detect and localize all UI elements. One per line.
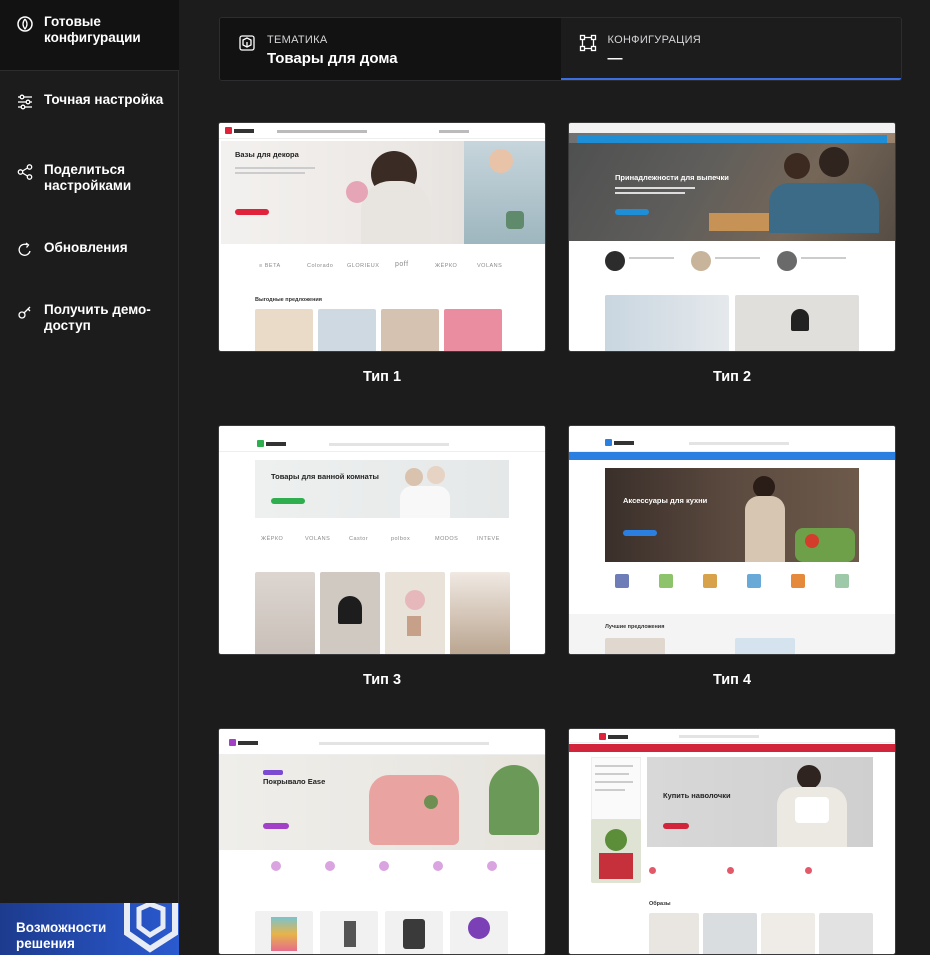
sidebar-item-label: Поделиться настройками — [44, 162, 132, 193]
sidebar-item-label: Готовые конфигурации — [44, 14, 141, 45]
thumb-section-title: Выгодные предложения — [255, 297, 323, 303]
sidebar-item-share-settings[interactable]: Поделиться настройками — [16, 162, 169, 194]
thumb-brand: poff — [395, 261, 409, 268]
thumb-brand: ЖЁРКО — [261, 536, 284, 542]
thumb-hero-title: Вазы для декора — [235, 150, 299, 159]
thumb-hero-title: Принадлежности для выпечки — [615, 173, 729, 182]
thumb-brand: ЖЁРКО — [435, 263, 458, 269]
thumb-brand: Castor — [349, 536, 369, 542]
thumb-hero-image — [569, 123, 895, 241]
config-card-type-6[interactable]: Купить наволочки Образы — [568, 728, 896, 955]
thumb-hero-image — [647, 757, 873, 847]
card-label: Тип 3 — [362, 672, 402, 688]
thumb-hero-title: Покрывало Ease — [263, 777, 326, 786]
sidebar-item-fine-tuning[interactable]: Точная настройка — [16, 92, 169, 111]
thumb-nav-bar — [569, 744, 895, 752]
share-icon — [16, 163, 34, 181]
sidebar-item-updates[interactable]: Обновления — [16, 240, 169, 259]
thumb-brand: ≡ BETA — [259, 263, 281, 269]
thumb-brand: polbox — [391, 536, 411, 542]
sidebar-menu — [0, 70, 179, 955]
sidebar-item-ready-configs[interactable]: Готовые конфигурации — [16, 14, 169, 46]
config-card-type-1[interactable]: Вазы для декора ≡ BETA Colorado GLORIEUX… — [218, 122, 546, 352]
update-icon — [16, 241, 34, 259]
tab-theme[interactable]: Тематика Товары для дома — [220, 18, 561, 80]
thumb-section-title: Образы — [649, 901, 671, 907]
card-label: Тип 1 — [362, 369, 402, 385]
thumb-hero-image — [605, 468, 859, 562]
thumb-brand: Colorado — [307, 263, 334, 269]
thumb-header — [569, 729, 895, 743]
tab-value: — — [607, 50, 623, 67]
nodes-icon — [579, 34, 597, 52]
config-tabs: Тематика Товары для дома Конфигурация — — [219, 17, 902, 81]
sidebar: Готовые конфигурации Точная настройка По… — [0, 0, 179, 955]
thumb-hero-title: Товары для ванной комнаты — [271, 472, 379, 481]
thumb-header — [219, 426, 545, 452]
tab-caption: Тематика — [267, 34, 328, 46]
tab-configuration[interactable]: Конфигурация — — [560, 18, 901, 80]
sidebar-item-label: Точная настройка — [44, 92, 164, 107]
key-icon — [16, 303, 34, 321]
brand-logo-icon — [115, 903, 179, 955]
sliders-icon — [16, 93, 34, 111]
thumb-section-title: Лучшие предложения — [605, 624, 665, 630]
thumb-brand: GLORIEUX — [347, 263, 380, 269]
thumb-hero-title: Купить наволочки — [663, 791, 731, 800]
card-label: Тип 2 — [712, 369, 752, 385]
thumb-header — [219, 123, 545, 139]
tab-value: Товары для дома — [267, 50, 398, 67]
sidebar-item-demo-access[interactable]: Получить демо-доступ — [16, 302, 169, 334]
leaf-icon — [16, 15, 34, 33]
config-card-type-4[interactable]: Аксессуары для кухни Лучшие предложения — [568, 425, 896, 655]
cube-icon — [238, 34, 256, 52]
config-card-type-2[interactable]: Принадлежности для выпечки — [568, 122, 896, 352]
tab-caption: Конфигурация — [607, 34, 702, 46]
thumb-header — [569, 426, 895, 452]
config-card-type-5[interactable]: Покрывало Ease — [218, 728, 546, 955]
thumb-brand: MODOS — [435, 536, 459, 542]
thumb-brand: VOLANS — [305, 536, 331, 542]
sidebar-item-label: Обновления — [44, 240, 128, 255]
solution-features-label: Возможности решения — [16, 920, 107, 951]
thumb-header — [219, 729, 545, 755]
card-label: Тип 4 — [712, 672, 752, 688]
thumb-brand: INTEVE — [477, 536, 500, 542]
config-card-type-3[interactable]: Товары для ванной комнаты ЖЁРКО VOLANS C… — [218, 425, 546, 655]
solution-features-button[interactable]: Возможности решения — [0, 903, 179, 955]
thumb-brand: VOLANS — [477, 263, 503, 269]
thumb-nav-bar — [569, 452, 895, 460]
thumb-hero-image — [255, 460, 509, 518]
thumb-hero-title: Аксессуары для кухни — [623, 496, 708, 505]
sidebar-item-label: Получить демо-доступ — [44, 302, 151, 333]
